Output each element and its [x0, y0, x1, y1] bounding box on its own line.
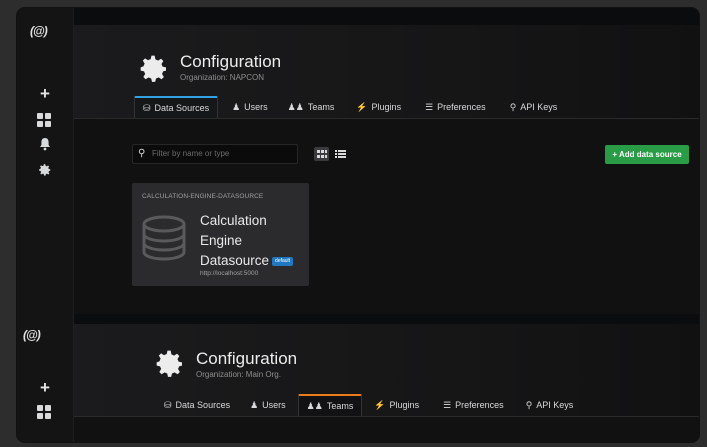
- configuration-gear-icon: [138, 53, 170, 85]
- grafana-logo[interactable]: (@): [30, 24, 48, 38]
- dashboards-icon[interactable]: [37, 113, 51, 127]
- page-header: Configuration Organization: NAPCON ⛁ Dat…: [74, 25, 699, 119]
- dashboards-icon[interactable]: [37, 405, 51, 419]
- search-icon: ⚲: [138, 148, 146, 159]
- database-icon: ⛁: [164, 400, 172, 410]
- page-subtitle: Organization: Main Org.: [196, 370, 281, 379]
- tab-data-sources[interactable]: ⛁ Data Sources: [156, 394, 238, 416]
- datasource-type: CALCULATION-ENGINE-DATASOURCE: [142, 193, 264, 200]
- default-badge: default: [272, 256, 294, 266]
- bottom-panel: (@) + Configuration Organization: Main O…: [17, 314, 699, 442]
- user-icon: ♟: [232, 102, 241, 112]
- top-panel: (@) + Configuration Organization: NAPCON…: [17, 8, 699, 314]
- datasource-card[interactable]: CALCULATION-ENGINE-DATASOURCE Calculatio…: [132, 183, 309, 286]
- tab-api-keys[interactable]: ⚲ API Keys: [502, 96, 566, 118]
- user-icon: ♟: [250, 400, 259, 410]
- side-menu: (@) +: [17, 8, 74, 314]
- database-icon: ⛁: [143, 103, 151, 113]
- search-placeholder: Filter by name or type: [152, 149, 230, 158]
- tab-teams[interactable]: ♟♟ Teams: [297, 394, 363, 416]
- key-icon: ⚲: [509, 102, 517, 112]
- tab-preferences[interactable]: ☰ Preferences: [417, 96, 494, 118]
- plug-icon: ⚡: [374, 400, 386, 410]
- datasource-name[interactable]: Calculation Engine Datasource default: [200, 211, 294, 271]
- add-data-source-button[interactable]: + Add data source: [605, 145, 689, 164]
- tab-plugins[interactable]: ⚡ Plugins: [366, 394, 427, 416]
- page-subtitle: Organization: NAPCON: [180, 73, 265, 82]
- tab-plugins[interactable]: ⚡ Plugins: [348, 96, 409, 118]
- users-icon: ♟♟: [287, 102, 304, 112]
- datasource-url: http://localhost:5000: [200, 270, 259, 277]
- page-header: Configuration Organization: Main Org. ⛁ …: [74, 324, 699, 417]
- tab-users[interactable]: ♟ Users: [224, 96, 276, 118]
- plus-icon[interactable]: +: [37, 379, 53, 396]
- page-title: Configuration: [180, 52, 282, 71]
- sliders-icon: ☰: [425, 102, 434, 112]
- config-tabs: ⛁ Data Sources ♟ Users ♟♟ Teams ⚡ Plugin…: [156, 394, 581, 416]
- tab-data-sources[interactable]: ⛁ Data Sources: [134, 96, 219, 118]
- tab-api-keys[interactable]: ⚲ API Keys: [518, 394, 582, 416]
- grafana-logo[interactable]: (@): [23, 328, 41, 342]
- tab-users[interactable]: ♟ Users: [242, 394, 294, 416]
- search-input[interactable]: ⚲ Filter by name or type: [132, 144, 298, 164]
- key-icon: ⚲: [525, 400, 533, 410]
- app-window: (@) + Configuration Organization: NAPCON…: [17, 8, 699, 442]
- database-icon: [139, 214, 189, 264]
- sliders-icon: ☰: [443, 400, 452, 410]
- config-tabs: ⛁ Data Sources ♟ Users ♟♟ Teams ⚡ Plugin…: [134, 96, 565, 118]
- plug-icon: ⚡: [356, 102, 368, 112]
- gear-icon[interactable]: [37, 163, 53, 179]
- page-title: Configuration: [196, 349, 298, 368]
- users-icon: ♟♟: [306, 401, 323, 411]
- tab-preferences[interactable]: ☰ Preferences: [435, 394, 512, 416]
- configuration-gear-icon: [154, 348, 186, 380]
- bell-icon[interactable]: [37, 137, 53, 153]
- plus-icon[interactable]: +: [37, 85, 53, 102]
- page-content: [74, 417, 699, 442]
- list-view-button[interactable]: [333, 147, 348, 161]
- side-menu: (@) +: [17, 314, 74, 442]
- grid-view-button[interactable]: [314, 147, 329, 161]
- tab-teams[interactable]: ♟♟ Teams: [280, 96, 343, 118]
